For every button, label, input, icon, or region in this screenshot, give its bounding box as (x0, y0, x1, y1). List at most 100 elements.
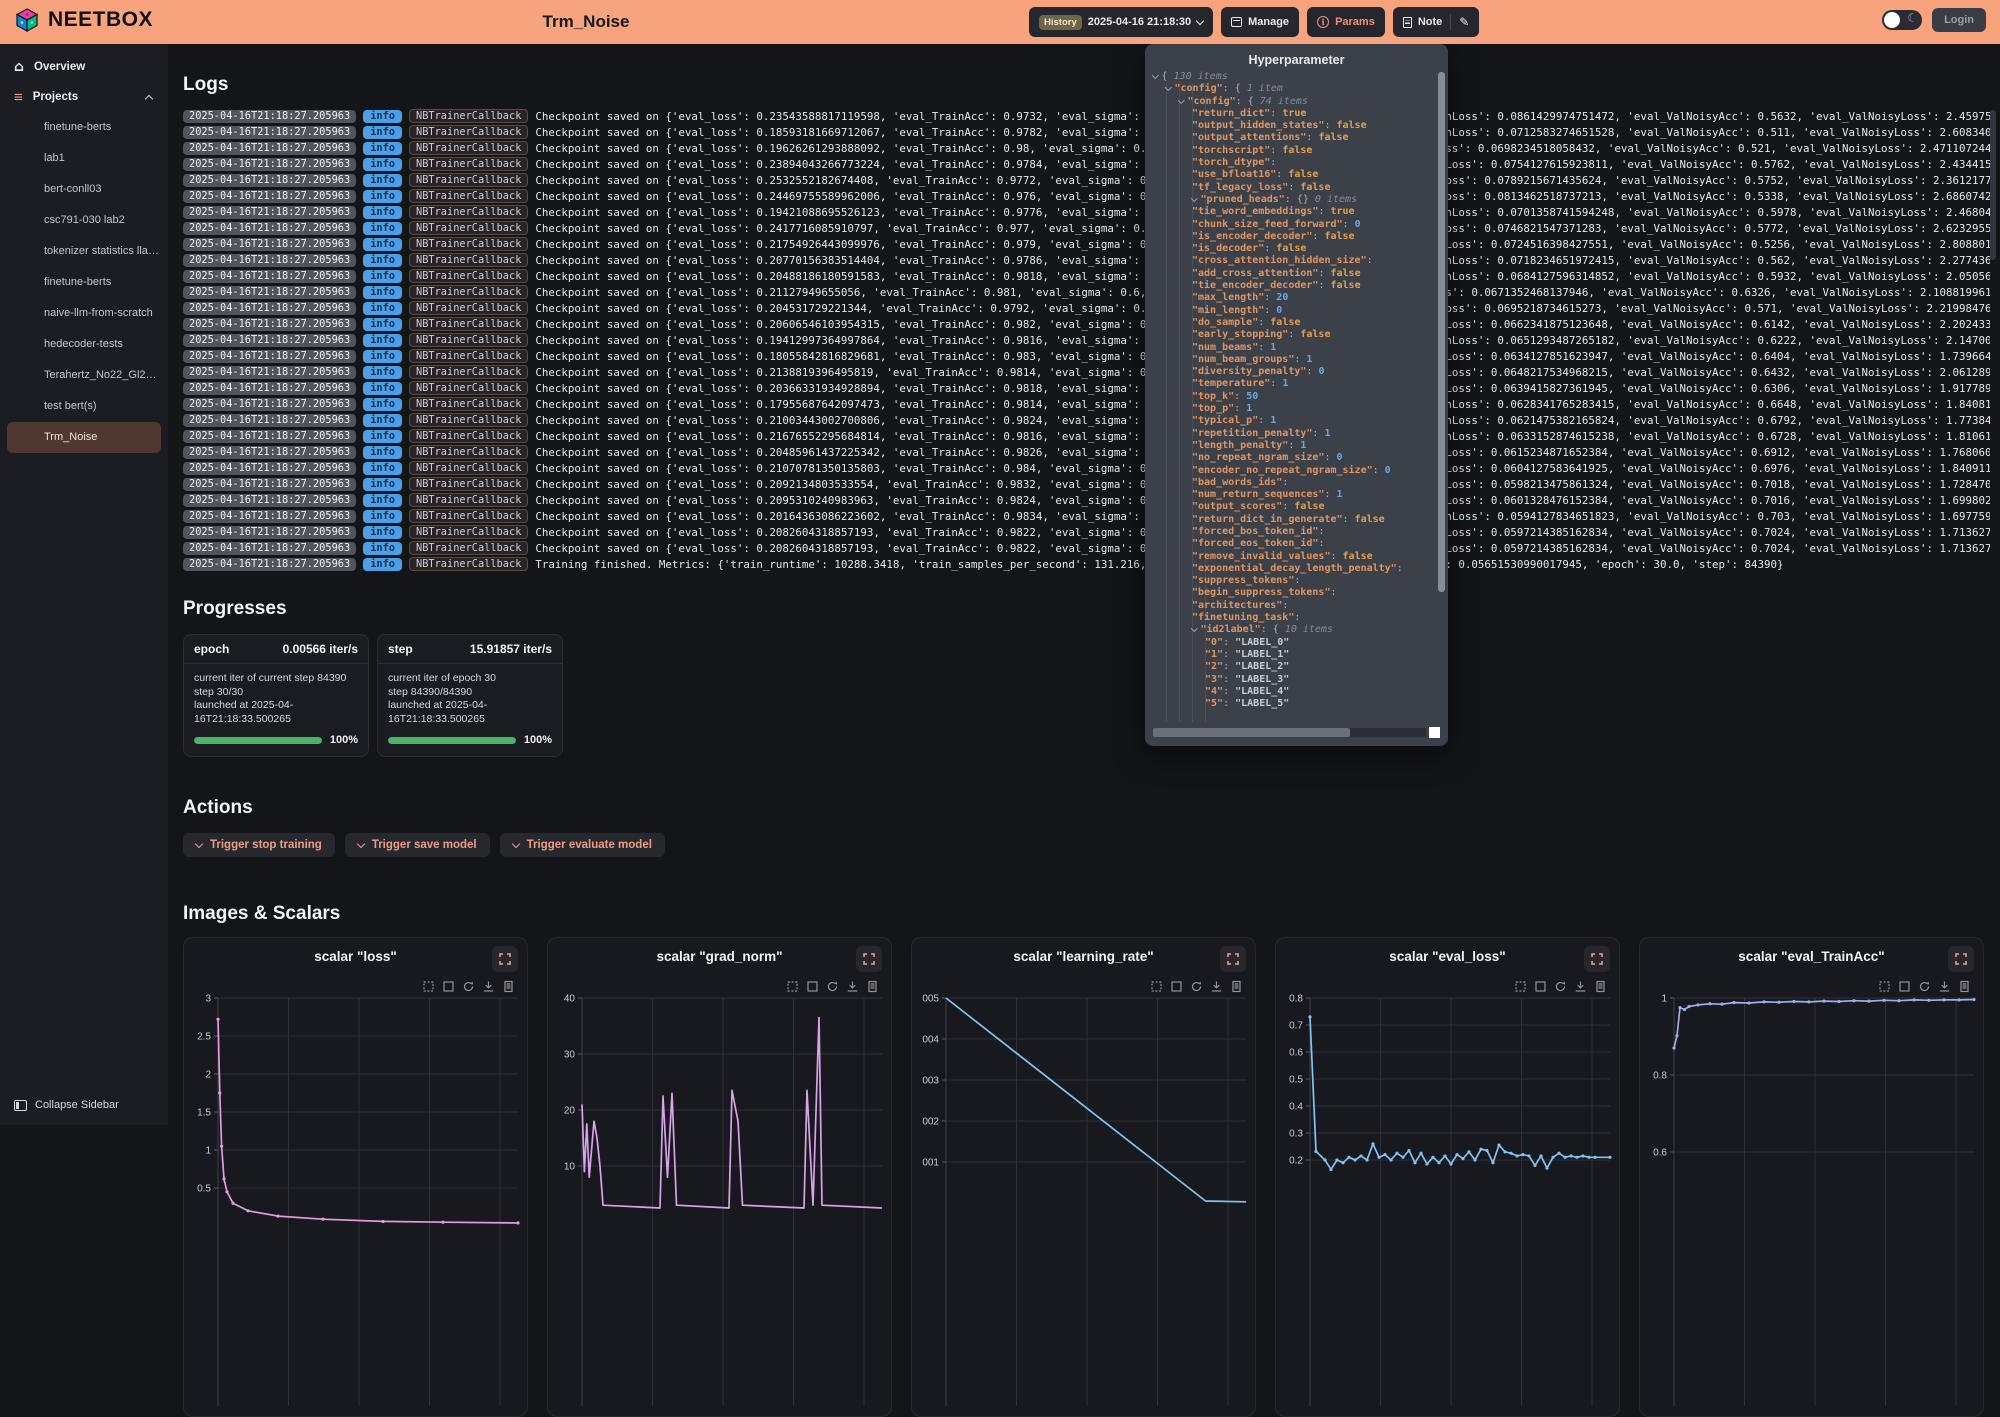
sidebar-item-overview[interactable]: ⌂ Overview (0, 52, 168, 82)
expand-chart-button[interactable] (1948, 946, 1974, 972)
tree-line: "temperature": 1 (1145, 378, 1436, 390)
log-timestamp-badge: 2025-04-16T21:18:27.205963 (183, 110, 356, 123)
history-dropdown[interactable]: History 2025-04-16 21:18:30 (1029, 7, 1213, 37)
popover-horizontal-scrollbar[interactable] (1153, 728, 1426, 737)
expand-chart-button[interactable] (492, 946, 518, 972)
svg-text:20: 20 (564, 1106, 576, 1117)
pencil-icon[interactable]: ✎ (1459, 15, 1469, 29)
log-timestamp-badge: 2025-04-16T21:18:27.205963 (183, 238, 356, 251)
progress-card: step15.91857 iter/scurrent iter of epoch… (377, 634, 563, 757)
sidebar-item-project[interactable]: finetune-berts (0, 112, 168, 143)
svg-text:1: 1 (205, 1146, 211, 1157)
collapse-sidebar-button[interactable]: Collapse Sidebar (0, 1093, 133, 1117)
sidebar-item-project[interactable]: hedecoder-tests (0, 329, 168, 360)
popover-vertical-scrollbar[interactable] (1438, 72, 1445, 592)
log-timestamp-badge: 2025-04-16T21:18:27.205963 (183, 142, 356, 155)
manage-button[interactable]: Manage (1221, 7, 1299, 37)
tree-value: 1 (1282, 378, 1288, 389)
log-tag-badge: NBTrainerCallback (409, 429, 528, 443)
svg-text:001: 001 (922, 1158, 939, 1169)
chart-plot[interactable]: 005004003002001 (912, 986, 1253, 1406)
expand-chart-button[interactable] (1220, 946, 1246, 972)
svg-text:004: 004 (922, 1035, 939, 1046)
log-timestamp-badge: 2025-04-16T21:18:27.205963 (183, 206, 356, 219)
sidebar-item-project[interactable]: test bert(s) (0, 391, 168, 422)
expand-chart-button[interactable] (1584, 946, 1610, 972)
logs-scrollbar[interactable] (1990, 110, 1996, 260)
tree-value: false (1294, 501, 1324, 512)
tree-colon: : (1306, 366, 1318, 377)
tree-line: "add_cross_attention": false (1145, 268, 1436, 280)
chart-plot[interactable]: 32.521.510.5 (184, 986, 525, 1406)
svg-text:002: 002 (922, 1117, 939, 1128)
log-tag-badge: NBTrainerCallback (409, 317, 528, 331)
chart-plot[interactable]: 40302010 (548, 986, 889, 1406)
tree-value: 1 (1270, 415, 1276, 426)
tree-key: "config" (1175, 83, 1223, 94)
note-label: Note (1418, 16, 1442, 28)
sidebar-item-project[interactable]: naive-llm-from-scratch (0, 298, 168, 329)
tree-collapse-icon[interactable] (1178, 97, 1184, 103)
log-level-badge: info (363, 286, 402, 299)
tree-key: "max_length" (1192, 292, 1264, 303)
params-button[interactable]: i Params (1307, 7, 1385, 37)
chart-plot[interactable]: 10.80.6 (1640, 986, 1981, 1406)
sidebar-item-project[interactable]: csc791-030 lab2 (0, 205, 168, 236)
progress-name: step (388, 642, 413, 656)
tree-line: "tf_legacy_loss": false (1145, 182, 1436, 194)
tree-value: true (1330, 206, 1354, 217)
tree-line: "suppress_tokens": (1145, 575, 1436, 587)
action-button[interactable]: Trigger save model (345, 833, 490, 857)
tree-colon: : (1223, 674, 1235, 685)
log-tag-badge: NBTrainerCallback (409, 173, 528, 187)
images-scalars-heading: Images & Scalars (183, 903, 1990, 925)
action-button[interactable]: Trigger evaluate model (500, 833, 665, 857)
expand-chart-button[interactable] (856, 946, 882, 972)
sidebar-item-project[interactable]: finetune-berts (0, 267, 168, 298)
tree-key: "return_dict_in_generate" (1192, 514, 1343, 525)
chart-plot[interactable]: 0.80.70.60.50.40.30.2 (1276, 986, 1617, 1406)
tree-collapse-icon[interactable] (1165, 84, 1171, 90)
tree-key: "no_repeat_ngram_size" (1192, 452, 1324, 463)
tree-value: "LABEL_3" (1235, 674, 1289, 685)
tree-colon: : (1373, 465, 1385, 476)
sidebar-item-project[interactable]: lab1 (0, 143, 168, 174)
log-timestamp-badge: 2025-04-16T21:18:27.205963 (183, 158, 356, 171)
sidebar-item-project[interactable]: Terahertz_No22_Gl261_gl... (0, 360, 168, 391)
tree-collapse-icon[interactable] (1152, 72, 1158, 78)
tree-value: 1 (1337, 489, 1343, 500)
sidebar-item-project[interactable]: bert-conll03 (0, 174, 168, 205)
log-tag-badge: NBTrainerCallback (409, 413, 528, 427)
tree-count: 10 items (1285, 624, 1333, 635)
svg-text:0.4: 0.4 (1289, 1102, 1303, 1113)
progress-detail-line: current iter of epoch 30 (388, 672, 552, 686)
tree-value: 1 (1306, 354, 1312, 365)
tree-key: "tie_encoder_decoder" (1192, 280, 1318, 291)
tree-line: "5": "LABEL_5" (1145, 698, 1436, 710)
theme-toggle[interactable]: ☾ (1882, 10, 1922, 30)
login-button[interactable]: Login (1932, 8, 1986, 32)
log-level-badge: info (363, 462, 402, 475)
header-button-cluster: History 2025-04-16 21:18:30 Manage i Par… (1029, 7, 1479, 37)
note-button[interactable]: Note ✎ (1393, 7, 1480, 37)
log-timestamp-badge: 2025-04-16T21:18:27.205963 (183, 478, 356, 491)
tree-colon: : (1270, 145, 1282, 156)
tree-collapse-icon[interactable] (1191, 625, 1197, 631)
log-timestamp-badge: 2025-04-16T21:18:27.205963 (183, 350, 356, 363)
tree-value: true (1282, 108, 1306, 119)
tree-colon: : (1270, 157, 1282, 168)
sidebar-item-projects[interactable]: ≡ Projects (0, 82, 168, 112)
tree-value: 1 (1300, 440, 1306, 451)
log-timestamp-badge: 2025-04-16T21:18:27.205963 (183, 430, 356, 443)
sidebar-item-project[interactable]: Trm_Noise (7, 422, 161, 453)
sidebar-item-project[interactable]: tokenizer statistics llama... (0, 236, 168, 267)
action-button[interactable]: Trigger stop training (183, 833, 335, 857)
tree-value: "LABEL_4" (1235, 686, 1289, 697)
tree-collapse-icon[interactable] (1191, 195, 1197, 201)
log-row: 2025-04-16T21:18:27.205963infoNBTrainerC… (183, 236, 1990, 252)
progress-card-body: current iter of epoch 30step 84390/84390… (378, 664, 562, 730)
progress-rate: 0.00566 iter/s (283, 642, 358, 656)
actions-heading: Actions (183, 797, 1990, 819)
scrollbar-thumb[interactable] (1153, 728, 1350, 737)
svg-text:0.5: 0.5 (1289, 1075, 1303, 1086)
